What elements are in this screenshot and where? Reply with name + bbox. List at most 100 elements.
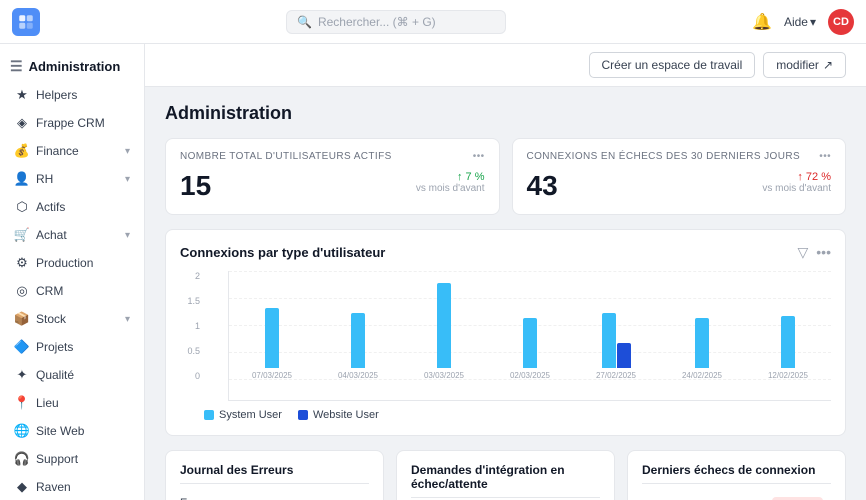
bottom-card-title: Derniers échecs de connexion	[642, 463, 831, 484]
production-icon: ⚙	[14, 255, 30, 271]
list-item: Error Il y a 9 heures • Non Vu ›	[180, 492, 369, 500]
projets-icon: 🔷	[14, 339, 30, 355]
bottom-card-title: Journal des Erreurs	[180, 463, 369, 484]
aide-label: Aide	[784, 15, 808, 29]
sidebar-item-label: RH	[36, 172, 119, 186]
sidebar-item-site-web[interactable]: 🌐 Site Web	[4, 418, 140, 444]
sidebar-item-stock[interactable]: 📦 Stock ▾	[4, 306, 140, 332]
stat-badge: ↑ 72 % vs mois d'avant	[762, 171, 831, 194]
bar-label: 07/03/2025	[252, 371, 292, 380]
bottom-card-demandes: Demandes d'intégration en échec/attente …	[396, 450, 615, 500]
bar-label: 02/03/2025	[510, 371, 550, 380]
more-options-icon[interactable]: •••	[816, 244, 831, 261]
bottom-card-title: Demandes d'intégration en échec/attente	[411, 463, 600, 498]
page-title: Administration	[165, 103, 846, 124]
sidebar-item-label: Lieu	[36, 396, 130, 410]
chevron-icon: ▾	[125, 146, 130, 157]
lieu-icon: 📍	[14, 395, 30, 411]
hamburger-icon[interactable]: ☰	[10, 58, 23, 75]
bar-system	[351, 313, 365, 368]
sidebar-item-frappe-crm[interactable]: ◈ Frappe CRM	[4, 110, 140, 136]
bar-system	[437, 283, 451, 368]
external-link-icon: ↗	[823, 58, 833, 72]
sidebar-item-label: Qualité	[36, 368, 130, 382]
sidebar-item-label: Achat	[36, 228, 119, 242]
filter-icon[interactable]: ▽	[798, 244, 809, 261]
sidebar-item-raven[interactable]: ◆ Raven	[4, 474, 140, 500]
sidebar-item-qualite[interactable]: ✦ Qualité	[4, 362, 140, 388]
chevron-down-icon: ▾	[810, 15, 816, 29]
stat-card-active-users: NOMBRE TOTAL D'UTILISATEURS ACTIFS ••• 1…	[165, 138, 500, 215]
bar-system	[695, 318, 709, 368]
chart-area: 07/03/2025 04/03/2025 03/0	[228, 271, 831, 401]
stat-card-title: CONNEXIONS EN ÉCHECS DES 30 DERNIERS JOU…	[527, 151, 832, 162]
aide-button[interactable]: Aide ▾	[784, 15, 816, 29]
chart-header: Connexions par type d'utilisateur ▽ •••	[180, 244, 831, 261]
sidebar-item-label: Support	[36, 452, 130, 466]
main-content: Créer un espace de travail modifier ↗ Ad…	[145, 44, 866, 500]
list-item: Code de Vérification inco... Il y a 2 jo…	[642, 492, 831, 500]
sidebar-item-label: Actifs	[36, 200, 130, 214]
sidebar-item-projets[interactable]: 🔷 Projets	[4, 334, 140, 360]
chart-title: Connexions par type d'utilisateur	[180, 245, 385, 260]
sidebar-item-crm[interactable]: ◎ CRM	[4, 278, 140, 304]
chevron-icon: ▾	[125, 174, 130, 185]
bar-group-1: 07/03/2025	[229, 308, 315, 380]
logo[interactable]	[12, 8, 40, 36]
legend-item-website: Website User	[298, 409, 379, 421]
stat-card-title: NOMBRE TOTAL D'UTILISATEURS ACTIFS •••	[180, 151, 485, 162]
bar-group-5: 27/02/2025	[573, 313, 659, 380]
sidebar-title: Administration	[29, 59, 121, 74]
sidebar-item-production[interactable]: ⚙ Production	[4, 250, 140, 276]
bar-system	[781, 316, 795, 368]
sidebar-item-lieu[interactable]: 📍 Lieu	[4, 390, 140, 416]
stat-card-failed-connections: CONNEXIONS EN ÉCHECS DES 30 DERNIERS JOU…	[512, 138, 847, 215]
create-workspace-button[interactable]: Créer un espace de travail	[589, 52, 756, 78]
search-box[interactable]: 🔍 Rechercher... (⌘ + G)	[286, 10, 506, 34]
stats-row: NOMBRE TOTAL D'UTILISATEURS ACTIFS ••• 1…	[165, 138, 846, 215]
stat-badge: ↑ 7 % vs mois d'avant	[416, 171, 485, 194]
sidebar-item-support[interactable]: 🎧 Support	[4, 446, 140, 472]
achat-icon: 🛒	[14, 227, 30, 243]
bar-group-7: 12/02/2025	[745, 316, 831, 380]
content-area: Administration NOMBRE TOTAL D'UTILISATEU…	[145, 87, 866, 500]
bar-label: 12/02/2025	[768, 371, 808, 380]
chart-card: Connexions par type d'utilisateur ▽ ••• …	[165, 229, 846, 436]
sidebar-item-label: Raven	[36, 480, 130, 494]
search-area: 🔍 Rechercher... (⌘ + G)	[50, 10, 742, 34]
bar-group-4: 02/03/2025	[487, 318, 573, 380]
more-options-icon[interactable]: •••	[473, 151, 485, 162]
sidebar-item-label: Finance	[36, 144, 119, 158]
chart-wrapper: 2 1.5 1 0.5 0	[204, 271, 831, 401]
notification-icon[interactable]: 🔔	[752, 12, 772, 32]
legend-label-website: Website User	[313, 409, 379, 421]
actifs-icon: ⬡	[14, 199, 30, 215]
sidebar-item-rh[interactable]: 👤 RH ▾	[4, 166, 140, 192]
sidebar-item-label: Site Web	[36, 424, 130, 438]
bottom-card-journal: Journal des Erreurs Error Il y a 9 heure…	[165, 450, 384, 500]
stat-vs: vs mois d'avant	[416, 183, 485, 194]
sidebar-item-label: CRM	[36, 284, 130, 298]
bottom-row: Journal des Erreurs Error Il y a 9 heure…	[165, 450, 846, 500]
more-options-icon[interactable]: •••	[819, 151, 831, 162]
frappe-crm-icon: ◈	[14, 115, 30, 131]
helpers-icon: ★	[14, 87, 30, 103]
search-placeholder: Rechercher... (⌘ + G)	[318, 15, 436, 29]
sidebar-item-finance[interactable]: 💰 Finance ▾	[4, 138, 140, 164]
stock-icon: 📦	[14, 311, 30, 327]
y-axis: 2 1.5 1 0.5 0	[180, 271, 200, 381]
qualite-icon: ✦	[14, 367, 30, 383]
search-icon: 🔍	[297, 15, 312, 29]
chart-actions: ▽ •••	[798, 244, 832, 261]
bar-website	[617, 343, 631, 368]
sidebar-item-helpers[interactable]: ★ Helpers	[4, 82, 140, 108]
bar-group-6: 24/02/2025	[659, 318, 745, 380]
legend-item-system: System User	[204, 409, 282, 421]
modifier-button[interactable]: modifier ↗	[763, 52, 846, 78]
action-bar: Créer un espace de travail modifier ↗	[145, 44, 866, 87]
avatar[interactable]: CD	[828, 9, 854, 35]
topbar-right: 🔔 Aide ▾ CD	[752, 9, 854, 35]
stat-pct: ↑ 7 %	[457, 171, 485, 183]
sidebar-item-actifs[interactable]: ⬡ Actifs	[4, 194, 140, 220]
sidebar-item-achat[interactable]: 🛒 Achat ▾	[4, 222, 140, 248]
